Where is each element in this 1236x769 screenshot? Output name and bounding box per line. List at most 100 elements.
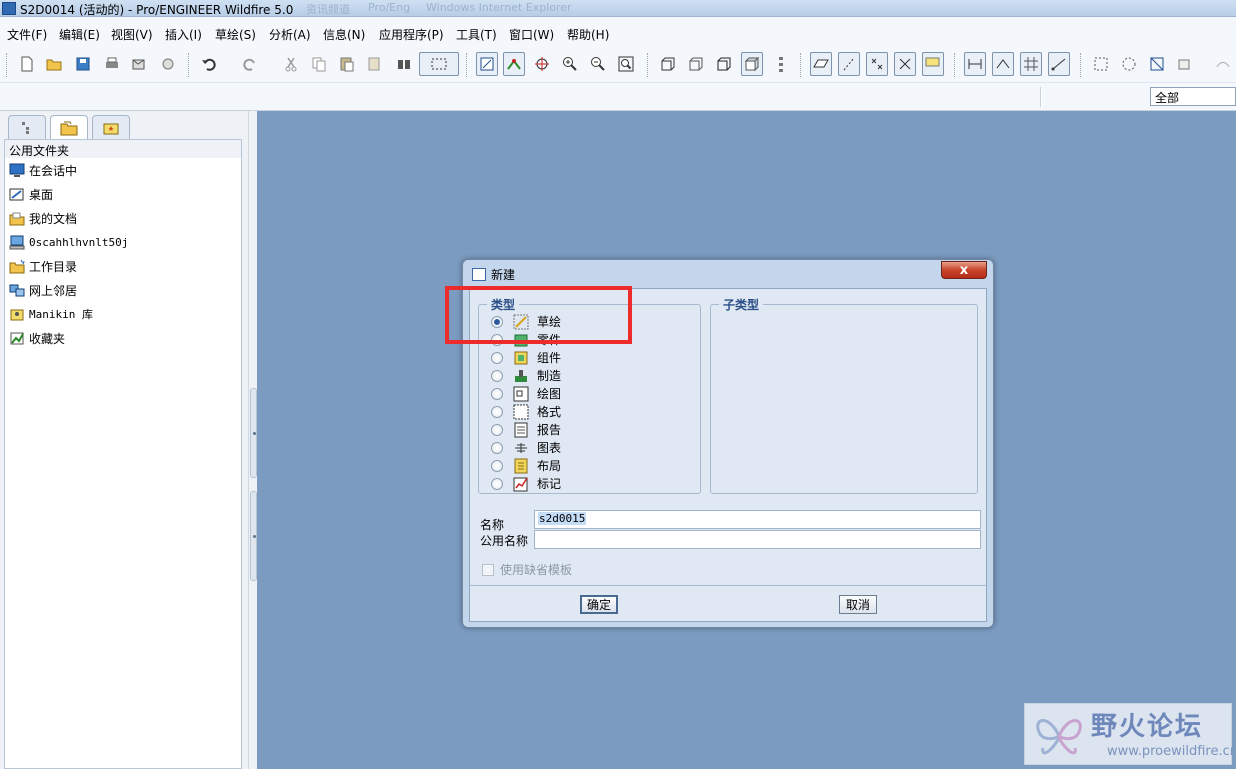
type-option-format[interactable]: 格式	[491, 403, 561, 420]
sketch-vertex-display-icon[interactable]	[1048, 52, 1070, 76]
radio-button[interactable]	[491, 441, 503, 454]
toolbar-grip[interactable]	[647, 53, 650, 77]
repaint-icon[interactable]	[476, 52, 498, 76]
spin-center-icon[interactable]	[503, 52, 525, 76]
sketch-tool-1-icon[interactable]	[1090, 52, 1112, 76]
radio-button[interactable]	[491, 369, 503, 382]
folder-item-my-documents[interactable]: 我的文档	[9, 208, 77, 228]
menu-analysis[interactable]: 分析(A)	[269, 26, 311, 43]
sketch-grid-display-icon[interactable]	[1020, 52, 1042, 76]
radio-button[interactable]	[491, 405, 503, 418]
ok-button[interactable]: 确定	[580, 595, 618, 614]
type-option-layout[interactable]: 布局	[491, 457, 561, 474]
new-file-icon[interactable]	[16, 52, 38, 76]
type-option-assembly[interactable]: 组件	[491, 349, 561, 366]
dialog-titlebar[interactable]: 新建 x	[463, 260, 993, 287]
toolbar-grip[interactable]	[466, 53, 469, 77]
toolbar-grip[interactable]	[188, 53, 191, 77]
paste-icon[interactable]	[336, 52, 358, 76]
selection-filter-button[interactable]	[419, 52, 459, 76]
refit-icon[interactable]	[615, 52, 637, 76]
open-file-icon[interactable]	[43, 52, 65, 76]
datum-plane-display-icon[interactable]	[810, 52, 832, 76]
report-icon	[513, 422, 529, 438]
ghost-tab-2: Pro/Eng	[368, 1, 411, 14]
radio-button[interactable]	[491, 351, 503, 364]
cancel-button[interactable]: 取消	[839, 595, 877, 614]
folder-item-in-session[interactable]: 在会话中	[9, 160, 77, 180]
toolbar-grip[interactable]	[800, 53, 803, 77]
sketch-constraint-display-icon[interactable]	[992, 52, 1014, 76]
close-icon[interactable]: x	[941, 261, 987, 279]
radio-button[interactable]	[491, 387, 503, 400]
folder-item-computer[interactable]: 0scahhlhvnlt50j	[9, 232, 128, 252]
folder-item-favorites[interactable]: 收藏夹	[9, 328, 65, 348]
datum-axis-display-icon[interactable]	[838, 52, 860, 76]
menu-file[interactable]: 文件(F)	[7, 26, 47, 43]
folder-item-desktop[interactable]: 桌面	[9, 184, 53, 204]
navigator-splitter[interactable]	[248, 111, 257, 769]
use-default-template-row[interactable]: 使用缺省模板	[482, 561, 572, 578]
favorites-tab[interactable]	[92, 115, 130, 139]
name-value: s2d0015	[538, 512, 587, 525]
watermark-title: 野火论坛	[1091, 712, 1204, 742]
type-option-drawing[interactable]: 绘图	[491, 385, 561, 402]
radio-button[interactable]	[491, 423, 503, 436]
folder-item-working-directory[interactable]: 工作目录	[9, 256, 77, 276]
sketch-tool-3-icon[interactable]	[1146, 52, 1168, 76]
wireframe-icon[interactable]	[657, 52, 679, 76]
sketch-tool-4-icon[interactable]	[1174, 52, 1196, 76]
menu-insert[interactable]: 插入(I)	[165, 26, 202, 43]
menu-window[interactable]: 窗口(W)	[509, 26, 554, 43]
menu-view[interactable]: 视图(V)	[111, 26, 153, 43]
folder-browser-tab[interactable]	[50, 115, 88, 140]
sketch-dimension-display-icon[interactable]	[964, 52, 986, 76]
toolbar-grip[interactable]	[954, 53, 957, 77]
menu-edit[interactable]: 编辑(E)	[59, 26, 100, 43]
toolbar-grip[interactable]	[1080, 53, 1083, 77]
model-tree-tab[interactable]	[8, 115, 46, 139]
sketch-tool-2-icon[interactable]	[1118, 52, 1140, 76]
model-tree-toggle-icon[interactable]	[770, 52, 792, 76]
radio-button[interactable]	[491, 477, 503, 490]
splitter-handle[interactable]	[250, 388, 257, 478]
folder-item-manikin-library[interactable]: Manikin 库	[9, 304, 93, 324]
coordinate-system-display-icon[interactable]	[894, 52, 916, 76]
mail-attach-icon[interactable]	[157, 52, 179, 76]
sketch-tool-5-icon[interactable]	[1212, 52, 1234, 76]
menu-info[interactable]: 信息(N)	[323, 26, 365, 43]
redo-icon[interactable]	[239, 52, 261, 76]
menu-applications[interactable]: 应用程序(P)	[379, 26, 444, 43]
common-name-field[interactable]	[534, 530, 981, 549]
menu-tools[interactable]: 工具(T)	[456, 26, 497, 43]
zoom-in-icon[interactable]	[559, 52, 581, 76]
orient-mode-icon[interactable]	[531, 52, 553, 76]
annotation-display-icon[interactable]	[922, 52, 944, 76]
name-field[interactable]: s2d0015	[534, 510, 981, 529]
save-icon[interactable]	[72, 52, 94, 76]
regenerate-icon[interactable]	[393, 52, 415, 76]
radio-button[interactable]	[491, 459, 503, 472]
zoom-out-icon[interactable]	[587, 52, 609, 76]
type-option-report[interactable]: 报告	[491, 421, 561, 438]
selection-filter-select[interactable]: 全部	[1150, 87, 1236, 106]
copy-icon[interactable]	[308, 52, 330, 76]
type-option-manufacturing[interactable]: 制造	[491, 367, 561, 384]
print-icon[interactable]	[101, 52, 123, 76]
menu-sketch[interactable]: 草绘(S)	[215, 26, 256, 43]
mail-icon[interactable]	[128, 52, 150, 76]
menu-help[interactable]: 帮助(H)	[567, 26, 609, 43]
folder-item-network[interactable]: 网上邻居	[9, 280, 77, 300]
hidden-line-icon[interactable]	[685, 52, 707, 76]
use-default-template-checkbox[interactable]	[482, 563, 494, 576]
datum-point-display-icon[interactable]	[866, 52, 888, 76]
splitter-handle[interactable]	[250, 491, 257, 581]
toolbar-grip[interactable]	[6, 53, 9, 77]
shading-icon[interactable]	[741, 52, 763, 76]
type-option-diagram[interactable]: 图表	[491, 439, 561, 456]
no-hidden-icon[interactable]	[713, 52, 735, 76]
undo-icon[interactable]	[198, 52, 220, 76]
type-option-markup[interactable]: 标记	[491, 475, 561, 492]
cut-icon[interactable]	[280, 52, 302, 76]
paste-special-icon[interactable]	[364, 52, 386, 76]
